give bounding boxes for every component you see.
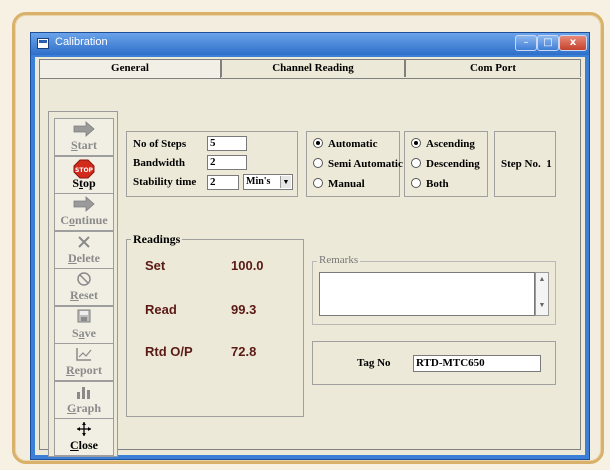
tag-group: Tag No RTD-MTC650: [312, 341, 556, 385]
graph-button[interactable]: Graph: [54, 380, 114, 419]
move-arrows-icon: [55, 421, 113, 439]
save-label: Save: [71, 325, 96, 340]
stop-label: Stop: [72, 175, 96, 190]
order-ascending-radio[interactable]: Ascending: [411, 138, 475, 152]
reset-icon: [55, 271, 113, 289]
step-number-value: 1: [546, 158, 552, 170]
remarks-scrollbar[interactable]: ▲ ▼: [535, 272, 549, 316]
chevron-down-icon[interactable]: ▼: [280, 176, 291, 188]
order-ascending-label: Ascending: [426, 138, 475, 150]
settings-panel: No of Steps 5 Bandwidth 2 Stability time…: [126, 131, 298, 197]
close-window-button[interactable]: x: [559, 35, 587, 51]
delete-button[interactable]: Delete: [54, 230, 114, 269]
mode-semi-automatic-radio[interactable]: Semi Automatic: [313, 158, 403, 172]
mode-automatic-label: Automatic: [328, 138, 378, 150]
step-number-panel: Step No. 1: [494, 131, 556, 197]
readings-group: Readings Set 100.0 Read 99.3 Rtd O/P 72.…: [126, 232, 304, 417]
rtd-output-label: Rtd O/P: [145, 344, 193, 359]
stability-time-label: Stability time: [133, 176, 197, 188]
tab-channel-reading[interactable]: Channel Reading: [221, 59, 405, 77]
radio-dot-icon: [411, 158, 421, 169]
step-number-label: Step No. 1: [501, 158, 552, 170]
tag-number-input[interactable]: RTD-MTC650: [413, 355, 541, 372]
order-group: Ascending Descending Both: [404, 131, 488, 197]
continue-label: Continue: [60, 213, 108, 227]
report-button[interactable]: Report: [54, 343, 114, 381]
mode-semi-automatic-label: Semi Automatic: [328, 158, 403, 170]
remarks-textarea[interactable]: [319, 272, 535, 316]
reset-label: Reset: [70, 288, 98, 302]
radio-dot-icon: [411, 138, 421, 149]
scroll-down-icon[interactable]: ▼: [536, 301, 548, 309]
graph-label: Graph: [66, 400, 102, 415]
tag-number-label: Tag No: [357, 357, 391, 369]
mode-manual-label: Manual: [328, 178, 365, 190]
readings-title: Readings: [131, 232, 183, 247]
report-icon: [55, 346, 113, 364]
arrow-right-icon: [55, 196, 113, 214]
delete-label: Delete: [68, 250, 100, 265]
close-button[interactable]: Close: [54, 418, 114, 456]
app-window-icon: [37, 38, 49, 49]
tab-general[interactable]: General: [39, 59, 221, 79]
order-both-label: Both: [426, 178, 449, 190]
floppy-icon: [55, 309, 113, 327]
mode-manual-radio[interactable]: Manual: [313, 178, 365, 192]
order-descending-label: Descending: [426, 158, 480, 170]
radio-dot-icon: [313, 178, 323, 189]
close-label: Close: [69, 438, 98, 452]
stability-time-input[interactable]: 2: [207, 175, 239, 190]
read-value: 99.3: [231, 302, 257, 317]
bandwidth-label: Bandwidth: [133, 157, 185, 169]
bandwidth-input[interactable]: 2: [207, 155, 247, 170]
scroll-up-icon[interactable]: ▲: [536, 275, 548, 283]
set-value: 100.0: [231, 258, 264, 273]
report-label: Report: [66, 363, 102, 377]
general-tab-panel: Start STOP Stop Continue Delete Reset Save Repo…: [39, 78, 581, 457]
rtd-output-value: 72.8: [231, 344, 257, 359]
continue-button[interactable]: Continue: [54, 193, 114, 231]
step-number-text: Step No.: [501, 158, 541, 170]
calibration-window: Calibration – □ x General Channel Readin…: [30, 32, 590, 460]
stop-button[interactable]: STOP Stop: [54, 155, 114, 194]
bar-graph-icon: [55, 384, 113, 402]
client-area: General Channel Reading Com Port Start ST…: [35, 57, 585, 457]
order-descending-radio[interactable]: Descending: [411, 158, 480, 172]
order-both-radio[interactable]: Both: [411, 178, 449, 192]
mode-group: Automatic Semi Automatic Manual: [306, 131, 403, 197]
remarks-title: Remarks: [317, 254, 361, 266]
stability-unit-value: Min's: [246, 176, 271, 187]
title-bar[interactable]: Calibration – □ x: [31, 33, 589, 55]
start-button[interactable]: Start: [54, 118, 114, 156]
stability-unit-select[interactable]: Min's ▼: [243, 174, 293, 190]
x-icon: [55, 234, 113, 252]
arrow-right-icon: [55, 121, 113, 139]
mode-automatic-radio[interactable]: Automatic: [313, 138, 378, 152]
action-toolbar: Start STOP Stop Continue Delete Reset Save Repo…: [48, 111, 118, 457]
tab-strip: General Channel Reading Com Port: [39, 59, 581, 79]
radio-dot-icon: [411, 178, 421, 189]
set-label: Set: [145, 258, 166, 273]
remarks-group: Remarks ▲ ▼: [312, 254, 556, 325]
maximize-button[interactable]: □: [537, 35, 559, 51]
svg-text:STOP: STOP: [75, 167, 94, 174]
window-title: Calibration: [55, 36, 108, 48]
save-button[interactable]: Save: [54, 305, 114, 344]
radio-dot-icon: [313, 158, 323, 169]
start-label: Start: [70, 138, 97, 152]
radio-dot-icon: [313, 138, 323, 149]
minimize-button[interactable]: –: [515, 35, 537, 51]
tab-com-port[interactable]: Com Port: [405, 59, 581, 77]
steps-label: No of Steps: [133, 138, 187, 150]
read-label: Read: [145, 302, 177, 317]
steps-input[interactable]: 5: [207, 136, 247, 151]
stop-sign-icon: STOP: [55, 159, 113, 178]
reset-button[interactable]: Reset: [54, 268, 114, 306]
